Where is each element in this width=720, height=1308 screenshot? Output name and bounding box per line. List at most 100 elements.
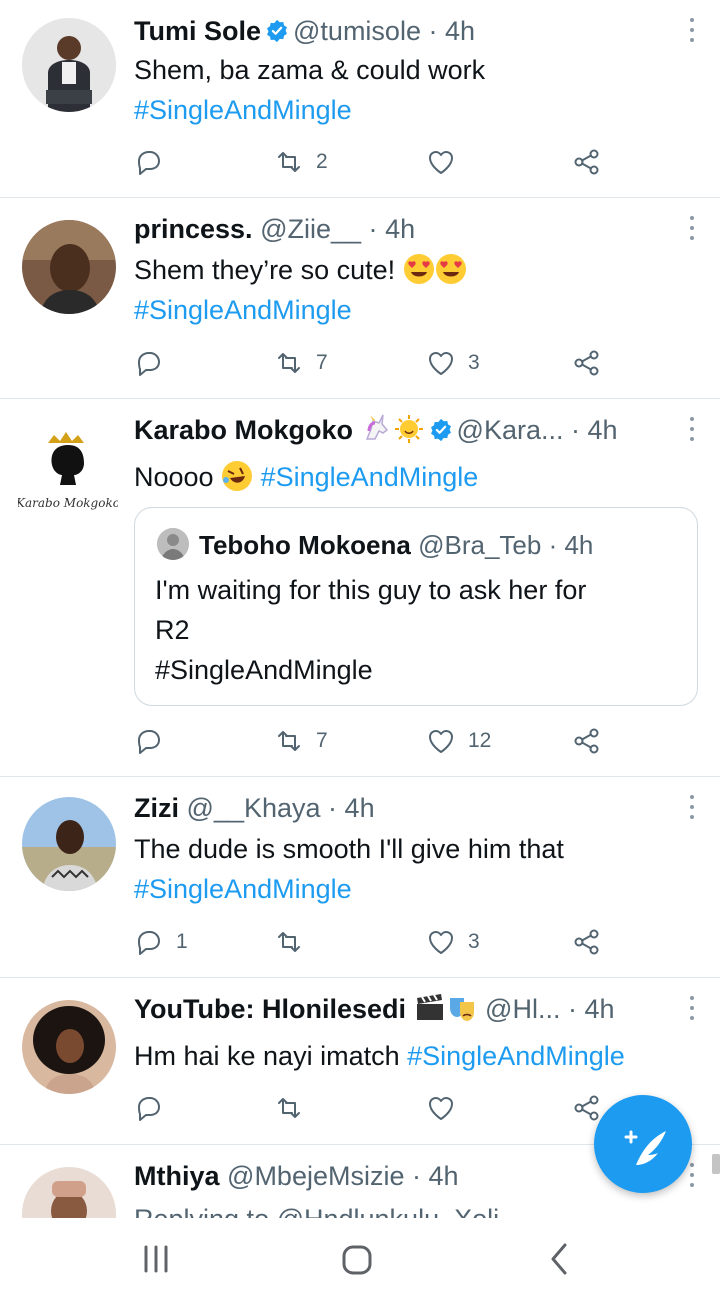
like-count: 3 bbox=[468, 930, 480, 953]
tweet-header: Mthiya @MbejeMsizie · 4h bbox=[134, 1159, 664, 1193]
tweet[interactable]: Zizi @__Khaya · 4h The dude is smooth I'… bbox=[0, 777, 720, 978]
hashtag-link[interactable]: #SingleAndMingle bbox=[134, 90, 700, 130]
reply-context: Replying to @Hndlunkulu_Xoli bbox=[134, 1199, 700, 1218]
retweet-button[interactable] bbox=[274, 922, 316, 962]
more-options-icon[interactable] bbox=[688, 996, 696, 1022]
recent-apps-icon[interactable] bbox=[144, 1245, 168, 1273]
avatar[interactable] bbox=[22, 797, 116, 891]
avatar[interactable] bbox=[22, 1167, 116, 1218]
system-navigation-bar bbox=[0, 1218, 720, 1303]
share-button[interactable] bbox=[572, 922, 602, 962]
tweet-text-content: Noooo bbox=[134, 462, 214, 492]
author-handle[interactable]: @Kara... bbox=[457, 415, 564, 445]
hashtag-link[interactable]: #SingleAndMingle bbox=[134, 290, 700, 330]
separator-dot: · bbox=[571, 415, 581, 445]
tweet[interactable]: Tumi Sole @tumisole · 4h Shem, ba zama & … bbox=[0, 0, 720, 198]
tweet[interactable]: Karabo Mokgoko Karabo Mokgoko @Kara... ·… bbox=[0, 399, 720, 777]
like-count: 3 bbox=[468, 351, 480, 374]
share-button[interactable] bbox=[572, 142, 602, 182]
tweet-actions: 7 3 bbox=[134, 343, 700, 383]
author-name[interactable]: Karabo Mokgoko bbox=[134, 415, 353, 445]
share-button[interactable] bbox=[572, 343, 602, 383]
tweet-text: Noooo #SingleAndMingle bbox=[134, 457, 700, 497]
timestamp[interactable]: 4h bbox=[345, 793, 375, 823]
avatar-photo bbox=[22, 1000, 116, 1094]
tweet[interactable]: princess. @Ziie__ · 4h Shem they’re so c… bbox=[0, 198, 720, 399]
timestamp[interactable]: 4h bbox=[429, 1161, 459, 1191]
author-handle[interactable]: @Ziie__ bbox=[260, 214, 361, 244]
timeline-feed[interactable]: Tumi Sole @tumisole · 4h Shem, ba zama & … bbox=[0, 0, 720, 1218]
author-name[interactable]: Zizi bbox=[134, 793, 179, 823]
reply-button[interactable]: 1 bbox=[134, 922, 188, 962]
avatar[interactable] bbox=[22, 1000, 116, 1094]
separator-dot: · bbox=[428, 16, 438, 46]
back-icon[interactable] bbox=[551, 1243, 567, 1275]
reply-button[interactable] bbox=[134, 343, 176, 383]
more-options-icon[interactable] bbox=[688, 216, 696, 242]
heart-eyes-emoji bbox=[403, 254, 434, 284]
separator-dot: · bbox=[368, 214, 378, 244]
hashtag-link[interactable]: #SingleAndMingle bbox=[407, 1041, 625, 1071]
retweet-count: 7 bbox=[316, 351, 328, 374]
like-button[interactable]: 3 bbox=[426, 922, 480, 962]
like-icon bbox=[429, 730, 453, 753]
avatar[interactable] bbox=[22, 18, 116, 112]
replying-to-text: Replying to @Hndlunkulu_Xoli bbox=[134, 1204, 499, 1218]
avatar[interactable]: Karabo Mokgoko bbox=[18, 421, 118, 515]
like-button[interactable] bbox=[426, 1088, 468, 1128]
quoted-author-name: Teboho Mokoena bbox=[199, 530, 411, 560]
reply-icon bbox=[138, 730, 160, 754]
timestamp[interactable]: 4h bbox=[588, 415, 618, 445]
quoted-tweet[interactable]: Teboho Mokoena @Bra_Teb · 4h I'm waiting… bbox=[134, 507, 698, 706]
share-icon bbox=[574, 350, 599, 376]
scrollbar-thumb[interactable] bbox=[712, 1154, 720, 1174]
retweet-button[interactable]: 2 bbox=[274, 142, 328, 182]
avatar[interactable] bbox=[22, 220, 116, 314]
quoted-author-handle: @Bra_Teb bbox=[418, 530, 542, 560]
reply-icon bbox=[138, 1097, 160, 1121]
share-button[interactable] bbox=[572, 721, 602, 761]
quoted-text-line: #SingleAndMingle bbox=[155, 655, 373, 685]
retweet-count: 7 bbox=[316, 729, 328, 752]
compose-tweet-button[interactable] bbox=[594, 1095, 692, 1193]
timestamp[interactable]: 4h bbox=[385, 214, 415, 244]
author-name[interactable]: Tumi Sole bbox=[134, 16, 261, 46]
reply-button[interactable] bbox=[134, 721, 176, 761]
author-handle[interactable]: @Hl... bbox=[485, 994, 560, 1024]
hashtag-link[interactable]: #SingleAndMingle bbox=[134, 869, 700, 909]
author-name[interactable]: Mthiya bbox=[134, 1161, 220, 1191]
tweet-text-line: The dude is smooth I'll give him that bbox=[134, 834, 564, 864]
tweet-text: Hm hai ke nayi imatch #SingleAndMingle bbox=[134, 1036, 700, 1076]
retweet-button[interactable] bbox=[274, 1088, 316, 1128]
tweet-header: Tumi Sole @tumisole · 4h bbox=[134, 14, 664, 48]
author-handle[interactable]: @__Khaya bbox=[187, 793, 321, 823]
home-icon[interactable] bbox=[342, 1245, 372, 1275]
retweet-icon bbox=[278, 731, 300, 751]
retweet-button[interactable]: 7 bbox=[274, 721, 328, 761]
more-options-icon[interactable] bbox=[688, 417, 696, 443]
reply-button[interactable] bbox=[134, 142, 176, 182]
tweet-text-content: Shem they’re so cute! bbox=[134, 255, 396, 285]
unicorn-emoji bbox=[365, 414, 388, 440]
reply-icon bbox=[138, 151, 160, 175]
like-count: 12 bbox=[468, 729, 492, 752]
quoted-timestamp: 4h bbox=[564, 530, 594, 560]
like-button[interactable]: 3 bbox=[426, 343, 480, 383]
author-name[interactable]: YouTube: Hlonilesedi bbox=[134, 994, 406, 1024]
timestamp[interactable]: 4h bbox=[445, 16, 475, 46]
hashtag-link[interactable]: #SingleAndMingle bbox=[261, 462, 479, 492]
reply-button[interactable] bbox=[134, 1088, 176, 1128]
author-name[interactable]: princess. bbox=[134, 214, 253, 244]
retweet-icon bbox=[278, 1098, 300, 1118]
tweet-header: Zizi @__Khaya · 4h bbox=[134, 791, 664, 825]
like-button[interactable] bbox=[426, 142, 468, 182]
timestamp[interactable]: 4h bbox=[585, 994, 615, 1024]
author-handle[interactable]: @tumisole bbox=[293, 16, 421, 46]
quoted-text-line: R2 bbox=[155, 615, 190, 645]
retweet-button[interactable]: 7 bbox=[274, 343, 328, 383]
like-button[interactable]: 12 bbox=[426, 721, 491, 761]
more-options-icon[interactable] bbox=[688, 795, 696, 821]
more-options-icon[interactable] bbox=[688, 18, 696, 44]
author-handle[interactable]: @MbejeMsizie bbox=[227, 1161, 404, 1191]
performing-arts-emoji bbox=[449, 998, 474, 1021]
